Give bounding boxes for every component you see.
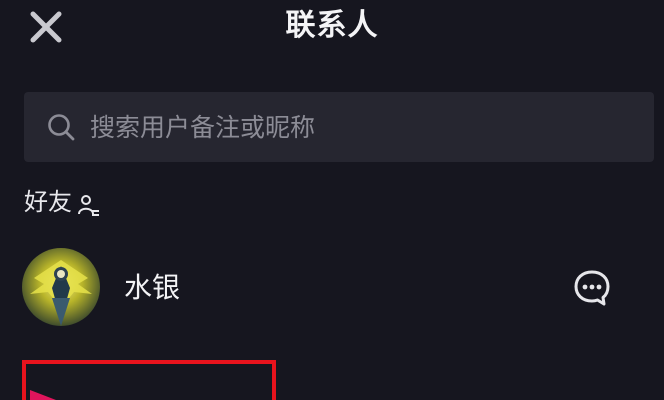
search-input[interactable] [90,107,654,147]
contact-name: 水银 [124,271,181,304]
avatar[interactable] [22,248,100,326]
message-button[interactable] [572,268,612,308]
header: 联系人 [0,0,664,54]
next-contact-avatar[interactable] [30,372,70,400]
message-icon [574,270,610,306]
contact-row[interactable]: 水银 [0,246,664,330]
page-title: 联系人 [285,8,379,43]
next-avatar-image [30,390,56,400]
contacts-screen: 联系人 好友 [0,0,664,400]
friends-section-header: 好友 [24,184,100,220]
friends-icon[interactable] [78,194,100,216]
section-label: 好友 [24,188,72,216]
avatar-image [22,248,100,326]
search-bar[interactable] [24,92,654,162]
search-icon [48,114,75,141]
